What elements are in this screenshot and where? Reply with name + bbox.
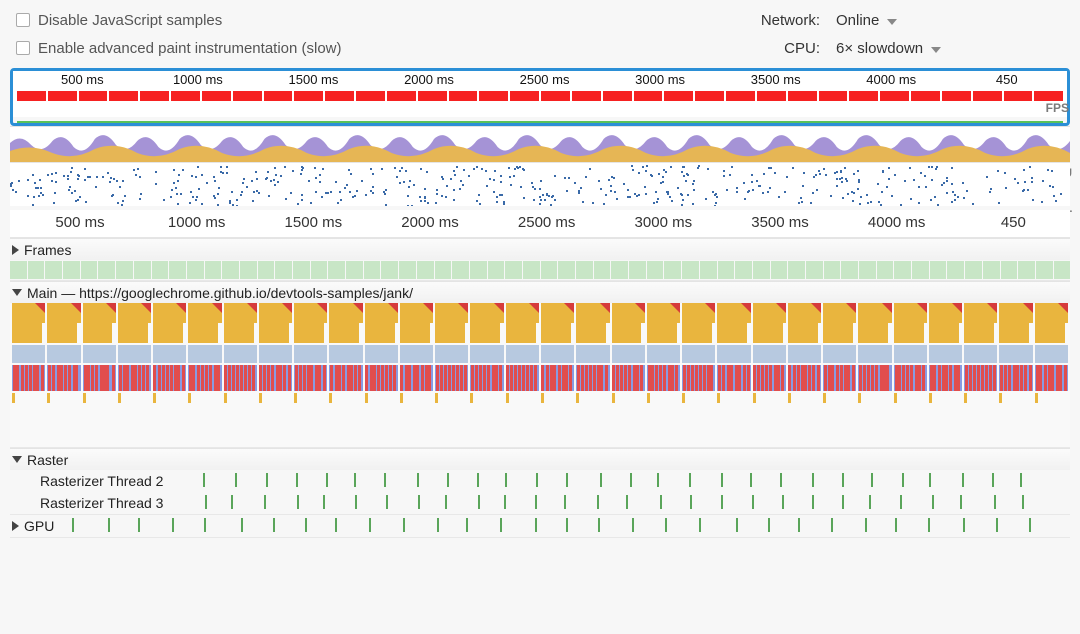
overview-panel[interactable]: 500 ms 1000 ms 1500 ms 2000 ms 2500 ms 3000 m… (10, 68, 1070, 206)
enable-paint-checkbox[interactable] (16, 41, 30, 55)
ruler-tick: 3500 ms (751, 72, 801, 87)
disclosure-down-icon[interactable] (12, 289, 22, 296)
ruler-tick: 1000 ms (168, 214, 226, 231)
ruler-tick: 2500 ms (518, 214, 576, 231)
frames-strip[interactable] (10, 260, 1070, 280)
detail-ruler[interactable]: 500 ms 1000 ms 1500 ms 2000 ms 2500 ms 3000 m… (10, 210, 1070, 238)
ruler-tick: 2000 ms (404, 72, 454, 87)
gpu-track[interactable]: GPU (10, 515, 1070, 538)
fps-track-label: FPS (1046, 101, 1069, 115)
disable-js-label: Disable JavaScript samples (38, 12, 222, 29)
overview-ruler[interactable]: 500 ms 1000 ms 1500 ms 2000 ms 2500 ms 3000 m… (13, 71, 1067, 89)
frames-label: Frames (24, 242, 71, 258)
ruler-tick: 1500 ms (285, 214, 343, 231)
network-label: Network: (740, 12, 820, 29)
flame-chart[interactable] (10, 303, 1070, 447)
fps-overview-track[interactable] (13, 89, 1067, 117)
performance-settings-toolbar: Disable JavaScript samples Network: Onli… (0, 0, 1080, 66)
network-select[interactable]: Online (836, 12, 897, 29)
enable-paint-label: Enable advanced paint instrumentation (s… (38, 40, 342, 57)
raster-label: Raster (27, 452, 68, 468)
ruler-tick: 2500 ms (520, 72, 570, 87)
cpu-select[interactable]: 6× slowdown (836, 40, 941, 57)
frames-track[interactable]: Frames (10, 238, 1070, 281)
main-label: Main — https://googlechrome.github.io/de… (27, 285, 413, 301)
ruler-tick: 2000 ms (401, 214, 459, 231)
ruler-tick: 3500 ms (751, 214, 809, 231)
gpu-label: GPU (24, 518, 54, 534)
disclosure-right-icon[interactable] (12, 521, 19, 531)
fps-baseline-line (17, 121, 1063, 123)
raster-thread-3-row[interactable] (200, 492, 1070, 514)
cpu-overview-track[interactable] (10, 126, 1070, 162)
raster-track[interactable]: Raster Rasterizer Thread 2 Rasterizer Th… (10, 448, 1070, 515)
fps-highlight-box: 500 ms 1000 ms 1500 ms 2000 ms 2500 ms 3000 m… (10, 68, 1070, 126)
disable-js-checkbox[interactable] (16, 13, 30, 27)
disclosure-right-icon[interactable] (12, 245, 19, 255)
ruler-tick: 450 (996, 72, 1018, 87)
chevron-down-icon (887, 19, 897, 25)
ruler-tick: 1500 ms (289, 72, 339, 87)
ruler-tick: 500 ms (55, 214, 104, 231)
ruler-tick: 4000 ms (866, 72, 916, 87)
ruler-tick: 450 (1001, 214, 1026, 231)
ruler-tick: 4000 ms (868, 214, 926, 231)
gpu-row[interactable] (70, 515, 1070, 537)
main-track[interactable]: Main — https://googlechrome.github.io/de… (10, 281, 1070, 448)
ruler-tick: 500 ms (61, 72, 104, 87)
disclosure-down-icon[interactable] (12, 456, 22, 463)
raster-thread-2-row[interactable] (200, 470, 1070, 492)
ruler-tick: 3000 ms (635, 214, 693, 231)
net-overview-track[interactable] (10, 162, 1070, 206)
ruler-tick: 1000 ms (173, 72, 223, 87)
ruler-tick: 3000 ms (635, 72, 685, 87)
chevron-down-icon (931, 47, 941, 53)
cpu-label: CPU: (740, 40, 820, 57)
